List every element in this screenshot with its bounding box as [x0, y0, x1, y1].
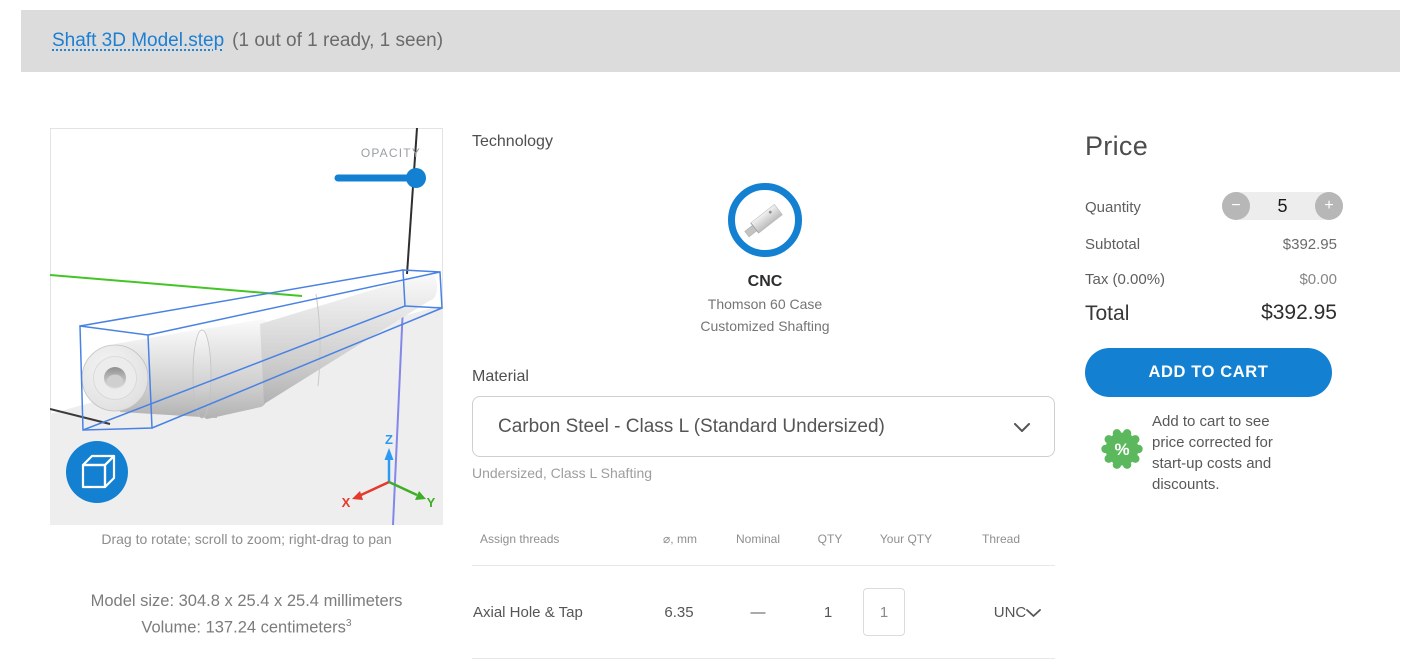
quantity-increase-button[interactable]: +: [1315, 192, 1343, 220]
col-header-qty: QTY: [818, 532, 843, 546]
discount-percent-icon: %: [1099, 426, 1145, 472]
technology-detail-1: Thomson 60 Case: [665, 296, 865, 313]
table-divider-top: [472, 565, 1055, 566]
axis-y-label: Y: [427, 495, 436, 510]
chevron-down-icon: [1026, 609, 1041, 618]
viewer-hint: Drag to rotate; scroll to zoom; right-dr…: [50, 531, 443, 547]
quantity-label: Quantity: [1085, 199, 1141, 216]
price-title: Price: [1085, 131, 1148, 162]
col-header-diameter: ⌀, mm: [663, 532, 697, 546]
opacity-slider-handle[interactable]: [406, 168, 426, 188]
total-label: Total: [1085, 302, 1129, 326]
technology-label: Technology: [472, 133, 553, 151]
thread-qty: 1: [824, 604, 832, 621]
chevron-down-icon: [1014, 423, 1030, 433]
tax-value: $0.00: [1200, 271, 1337, 288]
thread-diameter: 6.35: [664, 604, 693, 621]
add-to-cart-button[interactable]: ADD TO CART: [1085, 348, 1332, 397]
technology-name: CNC: [665, 273, 865, 291]
col-header-thread: Thread: [982, 532, 1020, 546]
model-size: Model size: 304.8 x 25.4 x 25.4 millimet…: [14, 592, 479, 611]
discount-note: Add to cart to see price corrected for s…: [1152, 411, 1302, 495]
col-header-assign-threads: Assign threads: [480, 532, 559, 546]
volume-exponent: 3: [346, 618, 352, 629]
col-header-your-qty: Your QTY: [880, 532, 932, 546]
percent-glyph: %: [1114, 440, 1129, 459]
thread-feature: Axial Hole & Tap: [473, 604, 583, 621]
axis-z-label: Z: [385, 432, 393, 447]
quote-page: Shaft 3D Model.step (1 out of 1 ready, 1…: [0, 0, 1416, 663]
cnc-technology-icon: [726, 181, 804, 259]
file-status-bar: Shaft 3D Model.step (1 out of 1 ready, 1…: [21, 10, 1400, 72]
material-select[interactable]: Carbon Steel - Class L (Standard Undersi…: [472, 396, 1055, 457]
technology-option-cnc[interactable]: CNC Thomson 60 Case Customized Shafting: [665, 181, 865, 335]
quantity-stepper: − 5 +: [1222, 192, 1343, 220]
tax-label: Tax (0.00%): [1085, 271, 1165, 288]
reset-view-button[interactable]: [66, 441, 128, 503]
thread-type-select[interactable]: UNC: [960, 600, 1060, 626]
viewer-canvas: OPACITY Z X: [50, 128, 443, 525]
subtotal-value: $392.95: [1200, 236, 1337, 253]
thread-type-value: UNC: [994, 604, 1027, 621]
col-header-nominal: Nominal: [736, 532, 780, 546]
axis-x-label: X: [342, 495, 351, 510]
model-volume: Volume: 137.24 centimeters3: [14, 618, 479, 638]
thread-nominal: —: [751, 604, 766, 621]
your-qty-input[interactable]: [863, 588, 905, 636]
table-divider-bottom: [472, 658, 1055, 659]
material-label: Material: [472, 368, 529, 386]
total-value: $392.95: [1180, 301, 1337, 325]
opacity-label: OPACITY: [361, 146, 421, 160]
file-status: (1 out of 1 ready, 1 seen): [232, 30, 443, 52]
technology-detail-2: Customized Shafting: [665, 318, 865, 335]
volume-text: Volume: 137.24 centimeters: [141, 619, 346, 637]
material-selected-value: Carbon Steel - Class L (Standard Undersi…: [498, 397, 885, 456]
subtotal-label: Subtotal: [1085, 236, 1140, 253]
file-link[interactable]: Shaft 3D Model.step: [52, 30, 224, 52]
viewer-3d[interactable]: OPACITY Z X: [50, 128, 443, 525]
material-description: Undersized, Class L Shafting: [472, 465, 652, 481]
